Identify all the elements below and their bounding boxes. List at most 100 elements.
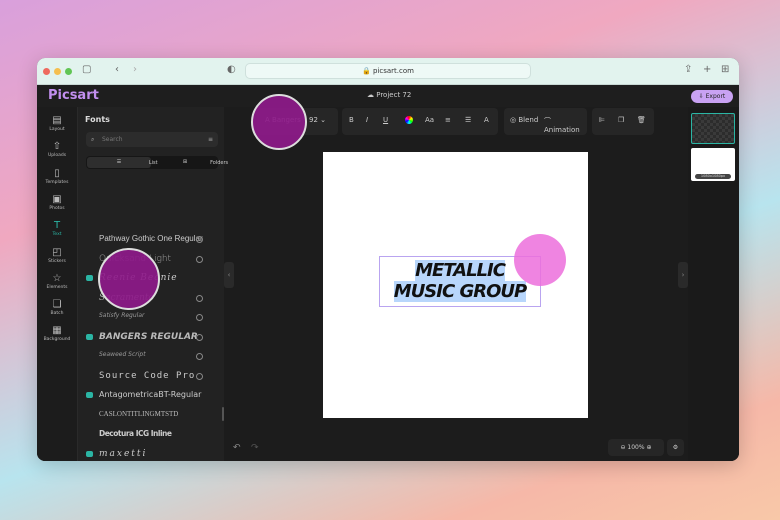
rail-label: Photos xyxy=(49,205,65,211)
export-button[interactable]: ⇩ Export xyxy=(691,90,733,103)
bold-button[interactable]: B xyxy=(349,116,354,124)
rail-label: Stickers xyxy=(48,258,66,264)
back-icon[interactable]: ‹ xyxy=(115,64,119,75)
zoom-in-icon[interactable]: ⊕ xyxy=(647,444,652,451)
download-icon[interactable] xyxy=(196,236,203,243)
rail-item-background[interactable]: ▦ Background xyxy=(37,325,77,342)
font-item[interactable]: Pathway Gothic One Regular xyxy=(78,231,225,250)
search-placeholder: Search xyxy=(102,136,123,143)
project-title[interactable]: ☁ Project 72 xyxy=(367,91,411,99)
underline-button[interactable]: U xyxy=(383,116,388,124)
rail-item-photos[interactable]: ▣ Photos xyxy=(37,194,77,211)
settings-icon[interactable]: ⚙ xyxy=(667,439,684,456)
font-item[interactable]: Decotura ICG Inline xyxy=(78,426,225,445)
collapse-panel-button[interactable]: ‹ xyxy=(224,262,234,288)
font-size: 92 xyxy=(309,116,318,124)
text-line-1: METALLIC xyxy=(415,260,506,281)
font-name: Source Code Pro xyxy=(99,370,196,381)
page-thumbnail-1[interactable] xyxy=(691,113,735,144)
position-icon[interactable]: ⊫ xyxy=(599,116,605,124)
sidebar-toggle-icon[interactable]: ▢ xyxy=(82,64,91,75)
scrollbar[interactable] xyxy=(222,407,224,421)
font-name: Satisfy Regular xyxy=(99,312,145,319)
browser-toolbar: ▢ ‹ › ◐ 🔒 picsart.com ⇪ + ⊞ xyxy=(37,58,739,85)
app-header: Picsart ☁ Project 72 ⇩ Export xyxy=(37,85,739,107)
browser-window: ▢ ‹ › ◐ 🔒 picsart.com ⇪ + ⊞ Picsart ☁ Pr… xyxy=(37,58,739,461)
new-badge-icon xyxy=(86,450,93,457)
undo-icon[interactable]: ↶ xyxy=(233,443,241,453)
rail-label: Text xyxy=(52,232,62,238)
click-highlight xyxy=(251,94,307,150)
rail-item-elements[interactable]: ☆ Elements xyxy=(37,273,77,290)
font-item[interactable]: BANGERS REGULAR xyxy=(78,329,225,348)
logo: Picsart xyxy=(48,88,99,103)
tab-overview-icon[interactable]: ⊞ xyxy=(721,64,729,75)
line-spacing-icon[interactable]: ☰ xyxy=(465,116,471,124)
rail-item-text[interactable]: T Text xyxy=(37,220,77,237)
rail-item-batch[interactable]: ❏ Batch xyxy=(37,299,77,316)
text-line-2: MUSIC GROUP xyxy=(393,281,527,302)
download-icon[interactable] xyxy=(196,314,203,321)
new-badge-icon xyxy=(86,333,93,340)
download-icon[interactable] xyxy=(196,372,203,380)
search-icon: ⌕ xyxy=(91,136,95,143)
page-thumbnail-2[interactable]: 1080x1080px xyxy=(691,148,735,181)
italic-button[interactable]: I xyxy=(366,116,368,124)
font-item[interactable]: Satisfy Regular xyxy=(78,309,225,328)
duplicate-icon[interactable]: ❐ xyxy=(618,116,624,124)
redo-icon[interactable]: ↷ xyxy=(251,443,259,453)
page-size-label: 1080x1080px xyxy=(695,174,731,179)
view-toggle: ☰ List ⊞ Folders xyxy=(86,156,228,169)
maximize-button[interactable] xyxy=(65,68,72,75)
rail-label: Background xyxy=(43,337,71,343)
minimize-button[interactable] xyxy=(54,68,61,75)
blend-label: Blend xyxy=(518,116,539,124)
text-icon: T xyxy=(53,220,61,232)
rail-label: Batch xyxy=(50,311,64,317)
shield-icon[interactable]: ◐ xyxy=(227,64,236,75)
rail-item-templates[interactable]: ▯ Templates xyxy=(37,168,77,185)
filter-icon[interactable]: ≡ xyxy=(208,132,213,147)
forward-icon[interactable]: › xyxy=(133,64,137,75)
design-canvas[interactable]: METALLIC MUSIC GROUP xyxy=(323,152,588,418)
download-icon[interactable] xyxy=(196,255,203,263)
upload-icon: ⇧ xyxy=(52,141,62,153)
text-effects-icon[interactable]: A xyxy=(484,116,489,124)
close-button[interactable] xyxy=(43,68,50,75)
photos-icon: ▣ xyxy=(52,193,62,205)
rail-item-layout[interactable]: ▤ Layout xyxy=(37,115,77,132)
delete-icon[interactable]: 🗑 xyxy=(637,116,646,124)
elements-icon: ☆ xyxy=(52,272,62,284)
zoom-out-icon[interactable]: ⊖ xyxy=(620,444,625,451)
url-text: picsart.com xyxy=(372,67,414,75)
tab-folders[interactable]: ⊞ Folders xyxy=(153,157,228,168)
align-icon[interactable]: ≡ xyxy=(445,116,451,124)
download-icon[interactable] xyxy=(196,294,203,302)
font-size-select[interactable]: 92 ⌄ xyxy=(309,116,326,124)
blend-animation-group: ◎ Blend ⌒ Animation xyxy=(504,108,587,135)
font-item[interactable]: maxetti xyxy=(78,446,225,462)
expand-pages-button[interactable]: › xyxy=(678,262,688,288)
tab-list[interactable]: ☰ List xyxy=(87,157,158,168)
download-icon[interactable] xyxy=(196,333,203,341)
download-icon[interactable] xyxy=(196,353,203,360)
font-item[interactable]: Seaweed Script xyxy=(78,348,225,367)
new-badge-icon xyxy=(86,392,93,398)
new-tab-icon[interactable]: + xyxy=(703,64,711,75)
color-picker-icon[interactable] xyxy=(405,116,413,124)
search-input[interactable]: ⌕ Search ≡ xyxy=(86,132,218,147)
blend-button[interactable]: ◎ Blend xyxy=(510,116,538,124)
font-name: Seaweed Script xyxy=(99,351,146,358)
font-item[interactable]: CASLONTITLINGMTSTD xyxy=(78,407,225,426)
export-label: Export xyxy=(705,93,726,100)
url-bar[interactable]: 🔒 picsart.com xyxy=(245,63,531,79)
tab-folders-label: Folders xyxy=(210,160,229,166)
case-button[interactable]: Aa xyxy=(425,116,434,124)
font-item[interactable]: AntagometricaBT-Regular xyxy=(78,387,225,406)
animation-button[interactable]: ⌒ Animation xyxy=(544,116,587,134)
font-item[interactable]: Source Code Pro xyxy=(78,368,225,387)
font-name: AntagometricaBT-Regular xyxy=(99,390,202,399)
rail-item-uploads[interactable]: ⇧ Uploads xyxy=(37,141,77,158)
share-icon[interactable]: ⇪ xyxy=(684,64,692,75)
rail-item-stickers[interactable]: ◰ Stickers xyxy=(37,247,77,264)
